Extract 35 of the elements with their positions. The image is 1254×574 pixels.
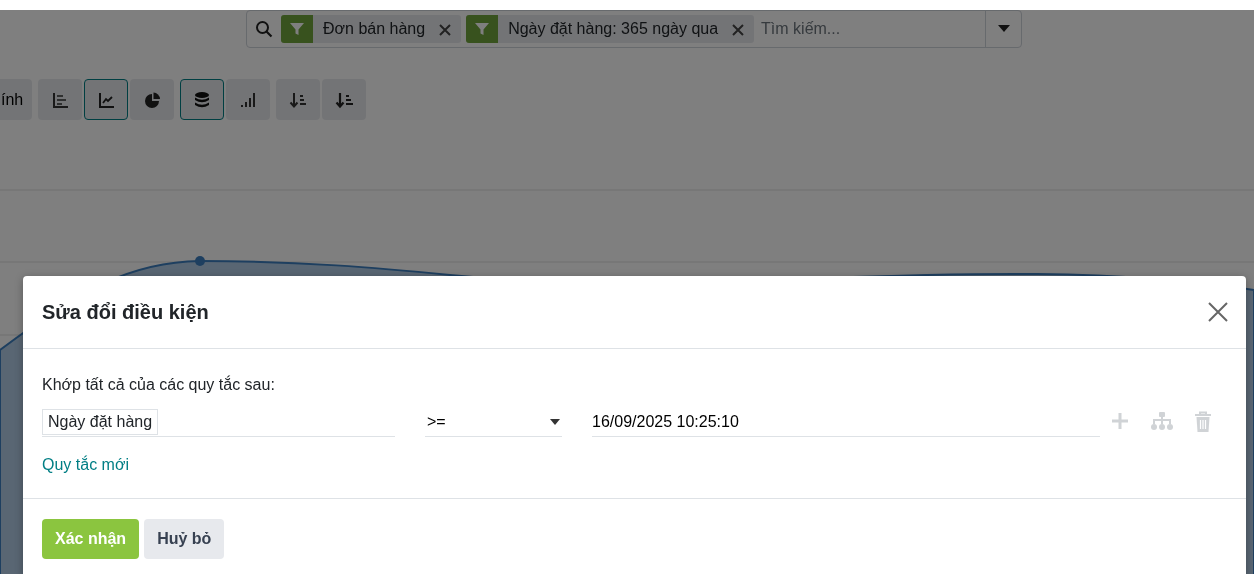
close-icon	[1208, 302, 1228, 322]
new-rule-link[interactable]: Quy tắc mới	[42, 453, 129, 477]
chart-toolbar-button[interactable]	[276, 79, 321, 120]
chart-toolbar-button[interactable]	[322, 79, 367, 120]
filter-icon	[289, 21, 305, 37]
close-icon	[732, 24, 745, 37]
database-icon	[193, 90, 212, 109]
pie-chart-icon	[143, 90, 162, 109]
toolbar-button[interactable]: ính	[0, 79, 33, 120]
dialog-title: Sửa đổi điều kiện	[42, 300, 209, 324]
signal-bars-icon	[239, 90, 258, 109]
bar-chart-icon	[51, 90, 70, 109]
chart-toolbar-button[interactable]	[38, 79, 83, 120]
caret-icon	[997, 25, 1010, 33]
facet-label: Đơn bán hàng	[322, 19, 427, 39]
sort-icon	[335, 90, 354, 109]
filter-icon	[474, 21, 491, 37]
hierarchy-icon	[1150, 411, 1174, 431]
field-select[interactable]: Ngày đặt hàng	[42, 408, 159, 435]
operator-select[interactable]: >=	[425, 407, 562, 437]
close-icon	[439, 24, 452, 37]
cancel-button[interactable]: Huỷ bỏ	[144, 519, 225, 559]
sort-icon	[289, 90, 308, 109]
chart-toolbar-button[interactable]	[84, 79, 129, 120]
trash-icon	[1194, 411, 1212, 433]
chart-toolbar-button[interactable]	[180, 79, 225, 120]
caret-icon	[550, 418, 560, 425]
chart-toolbar-button[interactable]	[226, 79, 271, 120]
facet-label: Ngày đặt hàng: 365 ngày qua	[507, 19, 720, 39]
line-chart-icon	[97, 90, 116, 109]
plus-icon	[1110, 411, 1130, 431]
close-button[interactable]	[1208, 302, 1228, 322]
chart-toolbar-button[interactable]	[130, 79, 175, 120]
search-icon	[255, 20, 273, 38]
rule-description: Khớp tất cả của các quy tắc sau:	[42, 374, 276, 395]
